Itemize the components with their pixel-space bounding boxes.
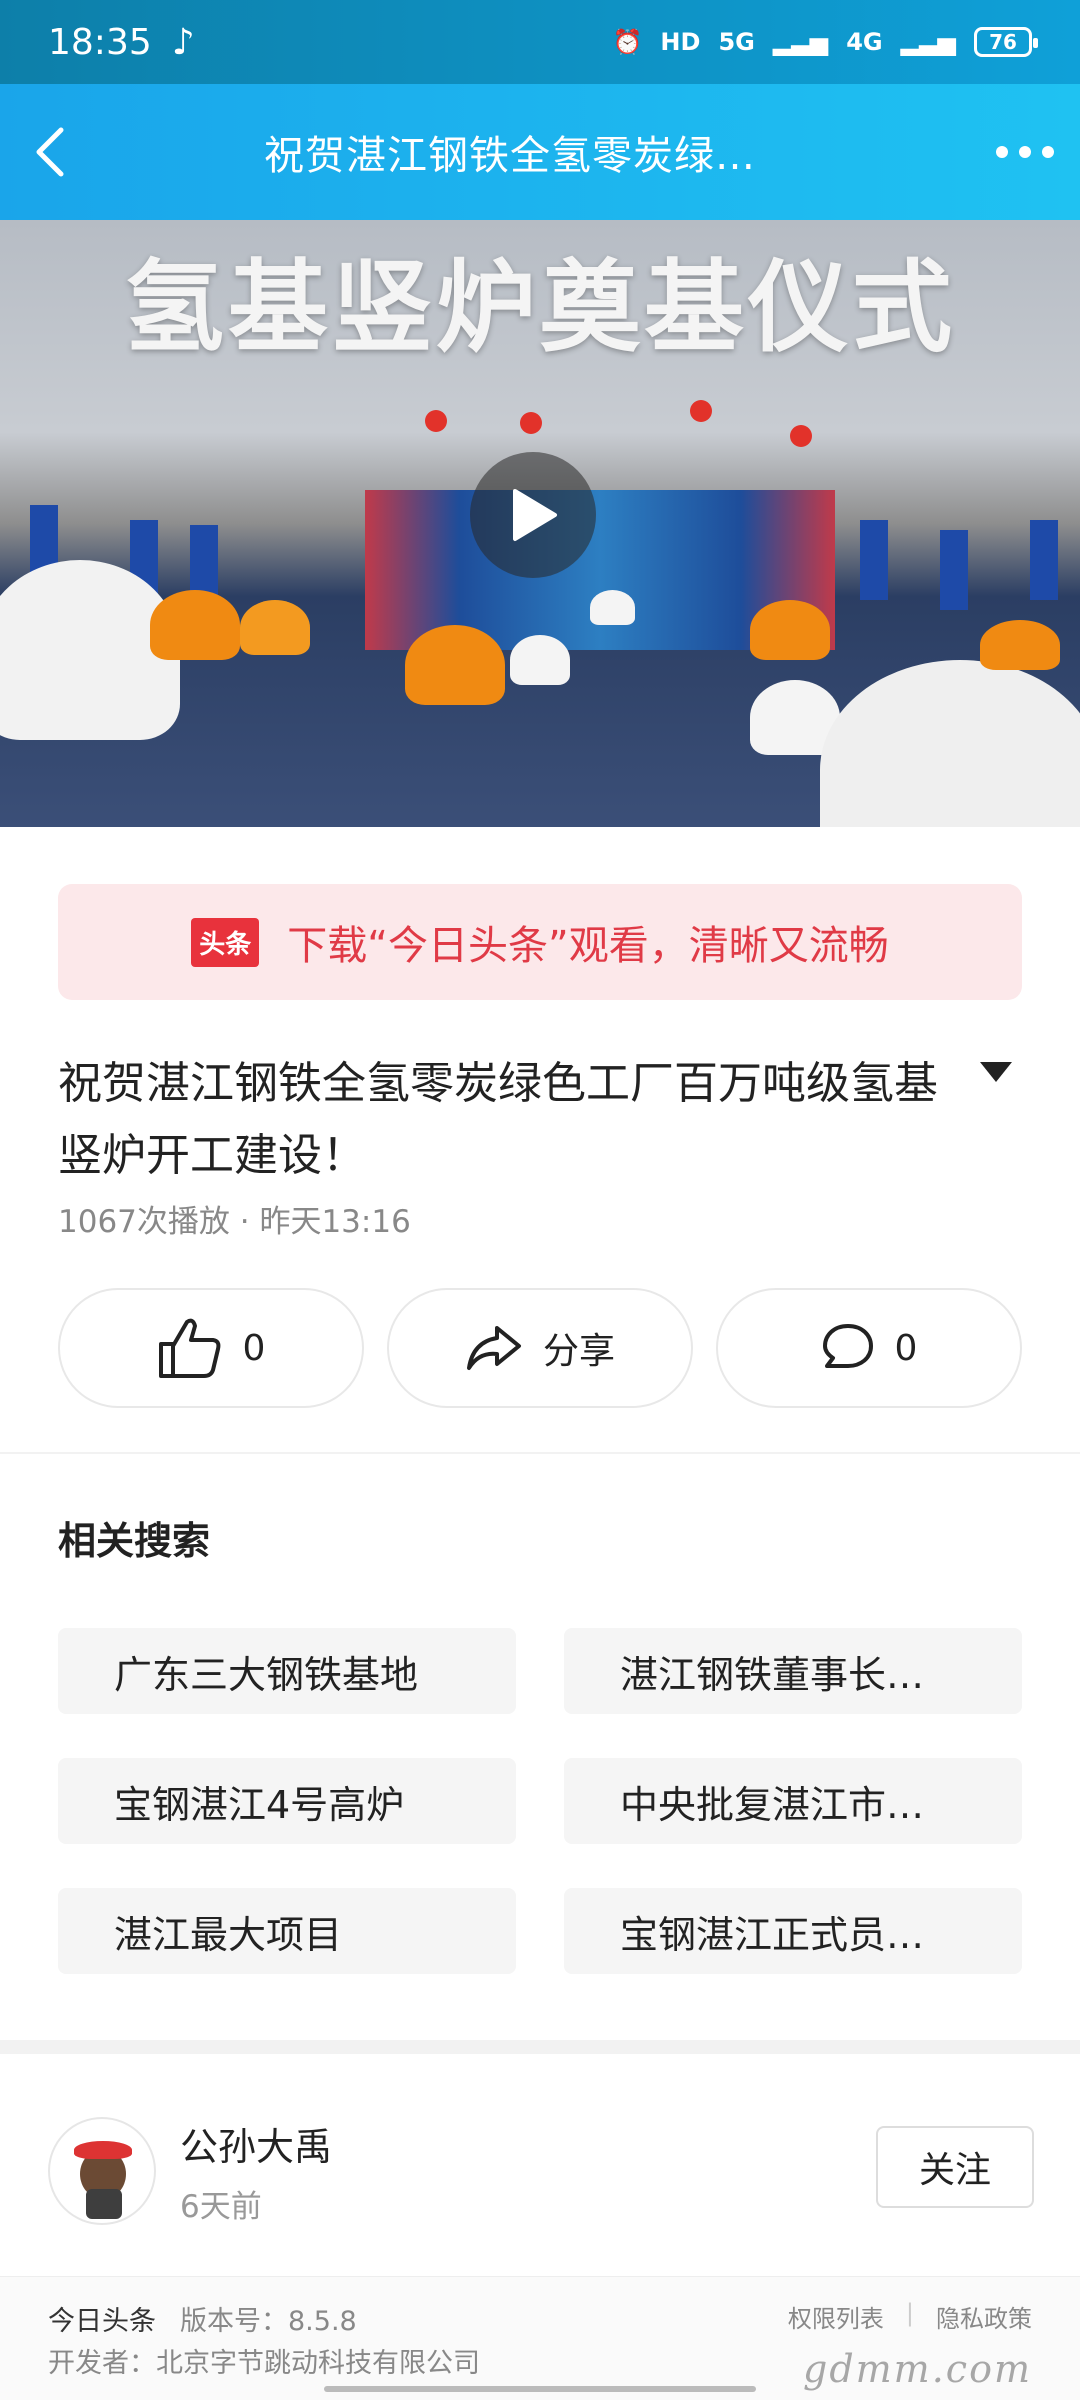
signal-icon: ▂▃▅ (772, 28, 829, 56)
balloon-decoration (790, 425, 812, 447)
action-bar: 0 分享 0 (58, 1288, 1022, 1408)
play-icon (513, 489, 557, 541)
net-5g-label: 5G (718, 28, 755, 56)
footer-links: 权限列表 | 隐私政策 (788, 2299, 1032, 2334)
banner-text: 下载“今日头条”观看，清晰又流畅 (287, 923, 889, 969)
article-title: 祝贺湛江钢铁全氢零炭绿色工厂百万吨级氢基竖炉开工建设！ (58, 1058, 938, 1181)
helmet-decoration (240, 600, 310, 655)
author-info: 公孙大禹 6天前 (180, 2116, 332, 2226)
avatar[interactable] (48, 2117, 156, 2225)
comment-button[interactable]: 0 (716, 1288, 1022, 1408)
page-title: 祝贺湛江钢铁全氢零炭绿… (264, 133, 756, 179)
link-separator: | (905, 2299, 914, 2327)
status-time: 18:35 (48, 21, 152, 63)
battery-icon: 76 (974, 27, 1038, 57)
balloon-decoration (425, 410, 447, 432)
download-app-banner[interactable]: 头条 下载“今日头条”观看，清晰又流畅 (58, 884, 1022, 1000)
top-nav: 祝贺湛江钢铁全氢零炭绿… (0, 84, 1080, 220)
related-search-item[interactable]: 宝钢湛江正式员… (564, 1888, 1022, 1974)
helmet-decoration (590, 590, 635, 625)
toutiao-logo: 头条 (191, 917, 260, 967)
related-search-title: 相关搜索 (58, 1519, 211, 1563)
hd-label: HD (660, 28, 701, 56)
tiktok-icon: ♪ (171, 21, 195, 63)
status-bar: 18:35 ♪ ⏰ HD 5G ▂▃▅ 4G ▂▃▅ 76 (0, 0, 1080, 84)
related-search-grid: 广东三大钢铁基地 湛江钢铁董事长… 宝钢湛江4号高炉 中央批复湛江市… 湛江最大… (58, 1628, 1022, 1974)
helmet-decoration (750, 600, 830, 660)
video-caption: 氢基竖炉奠基仪式 (124, 249, 956, 366)
related-search-item[interactable]: 湛江钢铁董事长… (564, 1628, 1022, 1714)
author-time: 6天前 (180, 2189, 262, 2225)
share-button[interactable]: 分享 (387, 1288, 693, 1408)
related-search-item[interactable]: 广东三大钢铁基地 (58, 1628, 516, 1714)
flag-decoration (1030, 520, 1058, 600)
more-dots-icon (996, 146, 1054, 158)
home-indicator[interactable] (324, 2386, 756, 2392)
related-search-item[interactable]: 中央批复湛江市… (564, 1758, 1022, 1844)
author-row[interactable]: 公孙大禹 6天前 (48, 2116, 332, 2226)
share-icon (466, 1326, 521, 1370)
article-meta: 1067次播放 · 昨天13:16 (58, 1204, 411, 1240)
divider (0, 1452, 1080, 1454)
flag-decoration (860, 520, 888, 600)
helmet-decoration (150, 590, 240, 660)
video-player[interactable]: 氢基竖炉奠基仪式 (0, 220, 1080, 827)
helmet-decoration (510, 635, 570, 685)
app-name: 今日头条 (48, 2305, 156, 2337)
watermark: gdmm.com (803, 2347, 1032, 2391)
expand-caret-icon[interactable] (980, 1062, 1012, 1082)
helmet-decoration (980, 620, 1060, 670)
balloon-decoration (690, 400, 712, 422)
alarm-icon: ⏰ (612, 28, 643, 56)
chevron-left-icon (36, 127, 64, 177)
balloon-decoration (520, 412, 542, 434)
author-name[interactable]: 公孙大禹 (180, 2116, 332, 2171)
helmet-decoration (405, 625, 505, 705)
net-4g-label: 4G (846, 28, 883, 56)
comment-icon (822, 1324, 873, 1368)
helmet-decoration (820, 660, 1080, 827)
avatar-body-shape (86, 2189, 122, 2219)
thumbs-up-icon (158, 1318, 220, 1378)
privacy-link[interactable]: 隐私政策 (936, 2299, 1032, 2334)
status-icons: ⏰ HD 5G ▂▃▅ 4G ▂▃▅ 76 (612, 27, 1038, 57)
battery-level: 76 (989, 30, 1017, 54)
app-version: 版本号：8.5.8 (180, 2305, 357, 2337)
play-button[interactable] (470, 452, 596, 578)
more-button[interactable] (970, 84, 1080, 220)
back-button[interactable] (10, 84, 90, 220)
like-count: 0 (242, 1327, 266, 1369)
app-info-footer: 今日头条 版本号：8.5.8 开发者：北京字节跳动科技有限公司 权限列表 | 隐… (0, 2276, 1080, 2400)
comment-count: 0 (894, 1327, 918, 1369)
signal-icon-2: ▂▃▅ (900, 28, 956, 56)
like-button[interactable]: 0 (58, 1288, 364, 1408)
follow-button[interactable]: 关注 (876, 2126, 1034, 2208)
section-divider (0, 2040, 1080, 2054)
flag-decoration (940, 530, 968, 610)
status-time-group: 18:35 ♪ (48, 22, 195, 63)
related-search-item[interactable]: 湛江最大项目 (58, 1888, 516, 1974)
permissions-link[interactable]: 权限列表 (788, 2299, 884, 2334)
related-search-item[interactable]: 宝钢湛江4号高炉 (58, 1758, 516, 1844)
share-label: 分享 (542, 1331, 615, 1372)
